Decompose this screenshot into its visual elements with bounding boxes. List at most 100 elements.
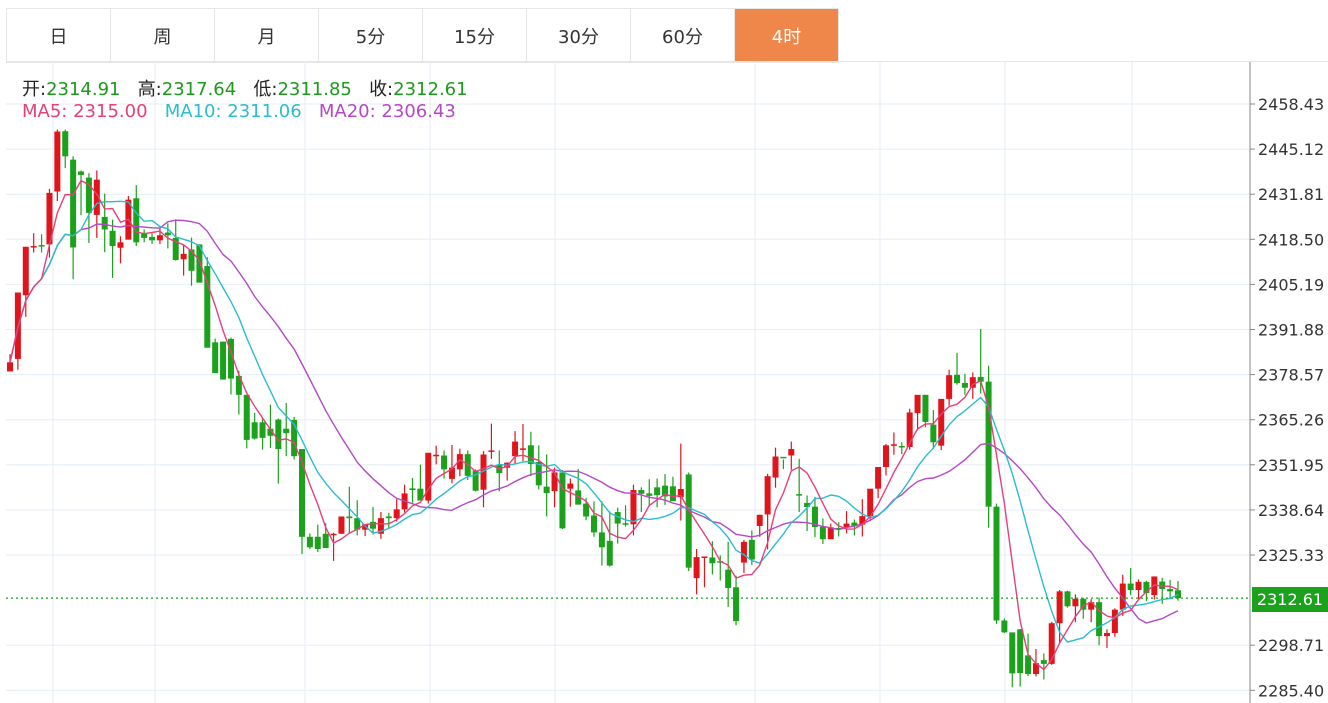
y-tick-label: 2445.12 xyxy=(1258,140,1324,159)
candle-body xyxy=(875,467,882,489)
candle-body xyxy=(243,394,250,440)
candle-body xyxy=(591,515,597,533)
candle-body xyxy=(78,171,85,175)
candle-body xyxy=(559,472,566,529)
candle-body xyxy=(1048,623,1055,664)
candle-body xyxy=(669,486,676,502)
candle-body xyxy=(338,516,345,534)
y-tick-label: 2338.64 xyxy=(1258,501,1324,520)
close-value: 2312.61 xyxy=(393,79,468,100)
candle-body xyxy=(1119,583,1126,610)
candle-body xyxy=(7,362,13,372)
candle-body xyxy=(22,246,29,296)
candle-body xyxy=(969,377,976,388)
y-tick-label: 2325.33 xyxy=(1258,546,1324,565)
candle-body xyxy=(819,526,826,540)
y-tick-label: 2351.95 xyxy=(1258,456,1324,475)
candle-body xyxy=(212,342,219,374)
close-label: 收: xyxy=(369,79,394,100)
candle-body xyxy=(780,456,787,459)
candle-body xyxy=(156,235,163,241)
y-tick-label: 2391.88 xyxy=(1258,321,1324,340)
candle-body xyxy=(701,556,708,558)
candle-body xyxy=(1072,598,1079,607)
low-value: 2311.85 xyxy=(277,79,352,100)
y-tick-label: 2431.81 xyxy=(1258,185,1324,204)
candle-body xyxy=(1025,655,1032,675)
candle-body xyxy=(622,523,629,525)
candle-body xyxy=(930,424,937,443)
candle-body xyxy=(1064,591,1071,607)
ma20-line xyxy=(9,219,1179,624)
candle-body xyxy=(1001,620,1008,633)
candle-body xyxy=(725,569,732,588)
y-tick-label: 2298.71 xyxy=(1258,636,1324,655)
candle-body xyxy=(512,441,519,457)
candle-body xyxy=(519,448,526,450)
candle-body xyxy=(117,242,124,248)
y-tick-label: 2365.26 xyxy=(1258,411,1324,430)
ma20-value: 2306.43 xyxy=(381,101,456,122)
candle-body xyxy=(1009,632,1016,674)
candle-body xyxy=(251,422,258,439)
candle-body xyxy=(314,536,321,550)
candle-body xyxy=(685,474,692,568)
candle-body xyxy=(1175,590,1181,599)
candle-body xyxy=(733,587,740,622)
candle-body xyxy=(385,516,392,519)
candle-body xyxy=(283,428,290,434)
high-label: 高: xyxy=(137,79,162,100)
candle-body xyxy=(630,490,637,525)
candle-body xyxy=(598,532,605,548)
candle-body xyxy=(62,131,69,157)
candle-body xyxy=(898,445,905,448)
candle-body xyxy=(693,557,700,579)
candle-body xyxy=(788,449,795,456)
candle-body xyxy=(993,506,1000,621)
y-tick-label: 2458.43 xyxy=(1258,95,1324,114)
candle-body xyxy=(1111,609,1118,634)
candle-body xyxy=(409,488,416,491)
candle-body xyxy=(740,541,747,563)
y-tick-label: 2405.19 xyxy=(1258,275,1324,294)
open-value: 2314.91 xyxy=(46,79,121,100)
open-label: 开: xyxy=(22,79,47,100)
candle-body xyxy=(796,494,803,496)
candle-body xyxy=(164,232,171,236)
candle-body xyxy=(954,374,961,383)
candle-body xyxy=(1167,588,1174,592)
candle-body xyxy=(922,394,929,422)
ma10-line xyxy=(9,200,1179,643)
high-value: 2317.64 xyxy=(161,79,237,100)
candle-body xyxy=(54,131,61,192)
candle-body xyxy=(748,539,755,560)
candle-body xyxy=(961,382,968,388)
candle-body xyxy=(764,476,771,515)
candle-body xyxy=(30,246,37,248)
candle-body xyxy=(1040,660,1047,664)
candle-body xyxy=(1135,581,1142,591)
candle-body xyxy=(551,472,558,492)
ma-readout: MA5: 2315.00 MA10: 2311.06 MA20: 2306.43 xyxy=(22,101,456,122)
candle-body xyxy=(101,216,108,230)
candle-body xyxy=(654,487,661,496)
candle-body xyxy=(946,375,953,399)
candle-body xyxy=(275,419,282,450)
candle-body xyxy=(330,533,337,536)
candle-body xyxy=(646,493,653,496)
candle-body xyxy=(1127,583,1134,591)
ma5-label: MA5: xyxy=(22,101,68,122)
candle-body xyxy=(133,198,140,243)
candle-body xyxy=(638,490,645,494)
candle-body xyxy=(441,455,448,470)
low-label: 低: xyxy=(253,79,278,100)
candle-body xyxy=(827,527,834,540)
y-tick-label: 2378.57 xyxy=(1258,366,1324,385)
candle-body xyxy=(259,422,266,438)
candle-body xyxy=(606,540,613,566)
current-price-tag: 2312.61 xyxy=(1252,587,1328,612)
candle-body xyxy=(488,450,495,452)
ma5-value: 2315.00 xyxy=(73,101,148,122)
candle-body xyxy=(38,245,45,247)
candle-body xyxy=(306,536,313,548)
